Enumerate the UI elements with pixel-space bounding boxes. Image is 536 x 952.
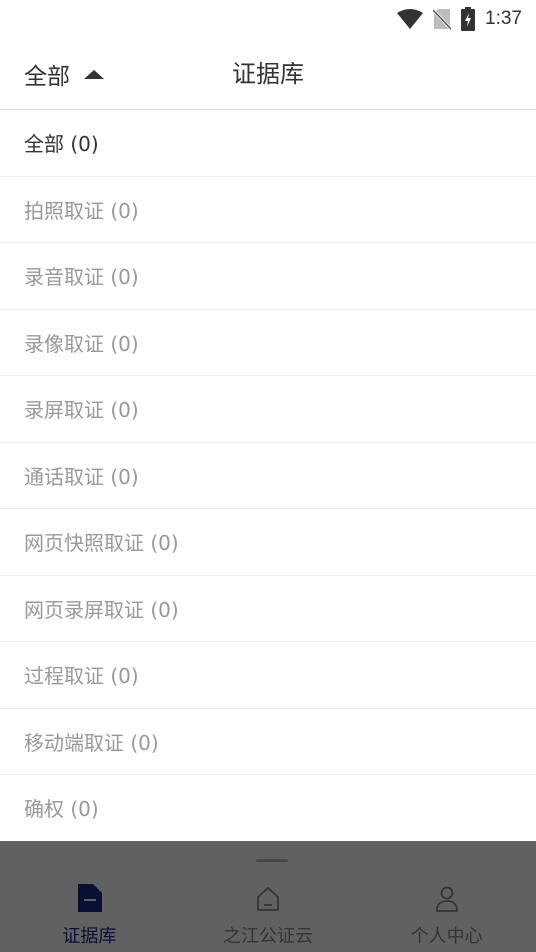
filter-list: 全部 (0) 拍照取证 (0) 录音取证 (0) 录像取证 (0) 录屏取证 (… <box>0 110 536 842</box>
tab-evidence[interactable]: 证据库 <box>0 872 179 952</box>
status-time: 1:37 <box>485 8 522 29</box>
filter-item-web-snapshot[interactable]: 网页快照取证 (0) <box>0 509 536 576</box>
drag-handle <box>256 859 288 862</box>
wifi-icon <box>397 9 424 29</box>
filter-item-mobile[interactable]: 移动端取证 (0) <box>0 708 536 775</box>
filter-item-web-record[interactable]: 网页录屏取证 (0) <box>0 575 536 642</box>
filter-item-audio[interactable]: 录音取证 (0) <box>0 243 536 310</box>
no-sim-icon <box>433 8 452 30</box>
filter-dropdown-toggle[interactable]: 全部 <box>24 38 104 110</box>
tab-label: 之江公证云 <box>223 926 313 947</box>
bottom-area: 证据库 之江公证云 个人中心 <box>0 841 536 952</box>
filter-item-rights[interactable]: 确权 (0) <box>0 775 536 842</box>
filter-label: 全部 <box>24 64 70 90</box>
filter-item-process[interactable]: 过程取证 (0) <box>0 642 536 709</box>
tab-label: 证据库 <box>62 926 117 947</box>
header: 证据库 全部 <box>0 38 536 110</box>
status-bar: 1:37 <box>0 0 536 38</box>
document-icon <box>76 884 103 912</box>
filter-item-all[interactable]: 全部 (0) <box>0 110 536 177</box>
tab-label: 个人中心 <box>410 926 483 947</box>
tab-bar: 证据库 之江公证云 个人中心 <box>0 872 536 952</box>
battery-charging-icon <box>461 7 476 31</box>
filter-item-video[interactable]: 录像取证 (0) <box>0 309 536 376</box>
tab-profile[interactable]: 个人中心 <box>357 872 536 952</box>
home-icon <box>255 886 281 912</box>
caret-up-icon <box>84 69 104 79</box>
tab-zhijiang-notary-cloud[interactable]: 之江公证云 <box>179 872 358 952</box>
person-icon <box>435 886 459 912</box>
filter-item-call[interactable]: 通话取证 (0) <box>0 442 536 509</box>
filter-item-photo[interactable]: 拍照取证 (0) <box>0 176 536 243</box>
filter-item-screen-record[interactable]: 录屏取证 (0) <box>0 376 536 443</box>
